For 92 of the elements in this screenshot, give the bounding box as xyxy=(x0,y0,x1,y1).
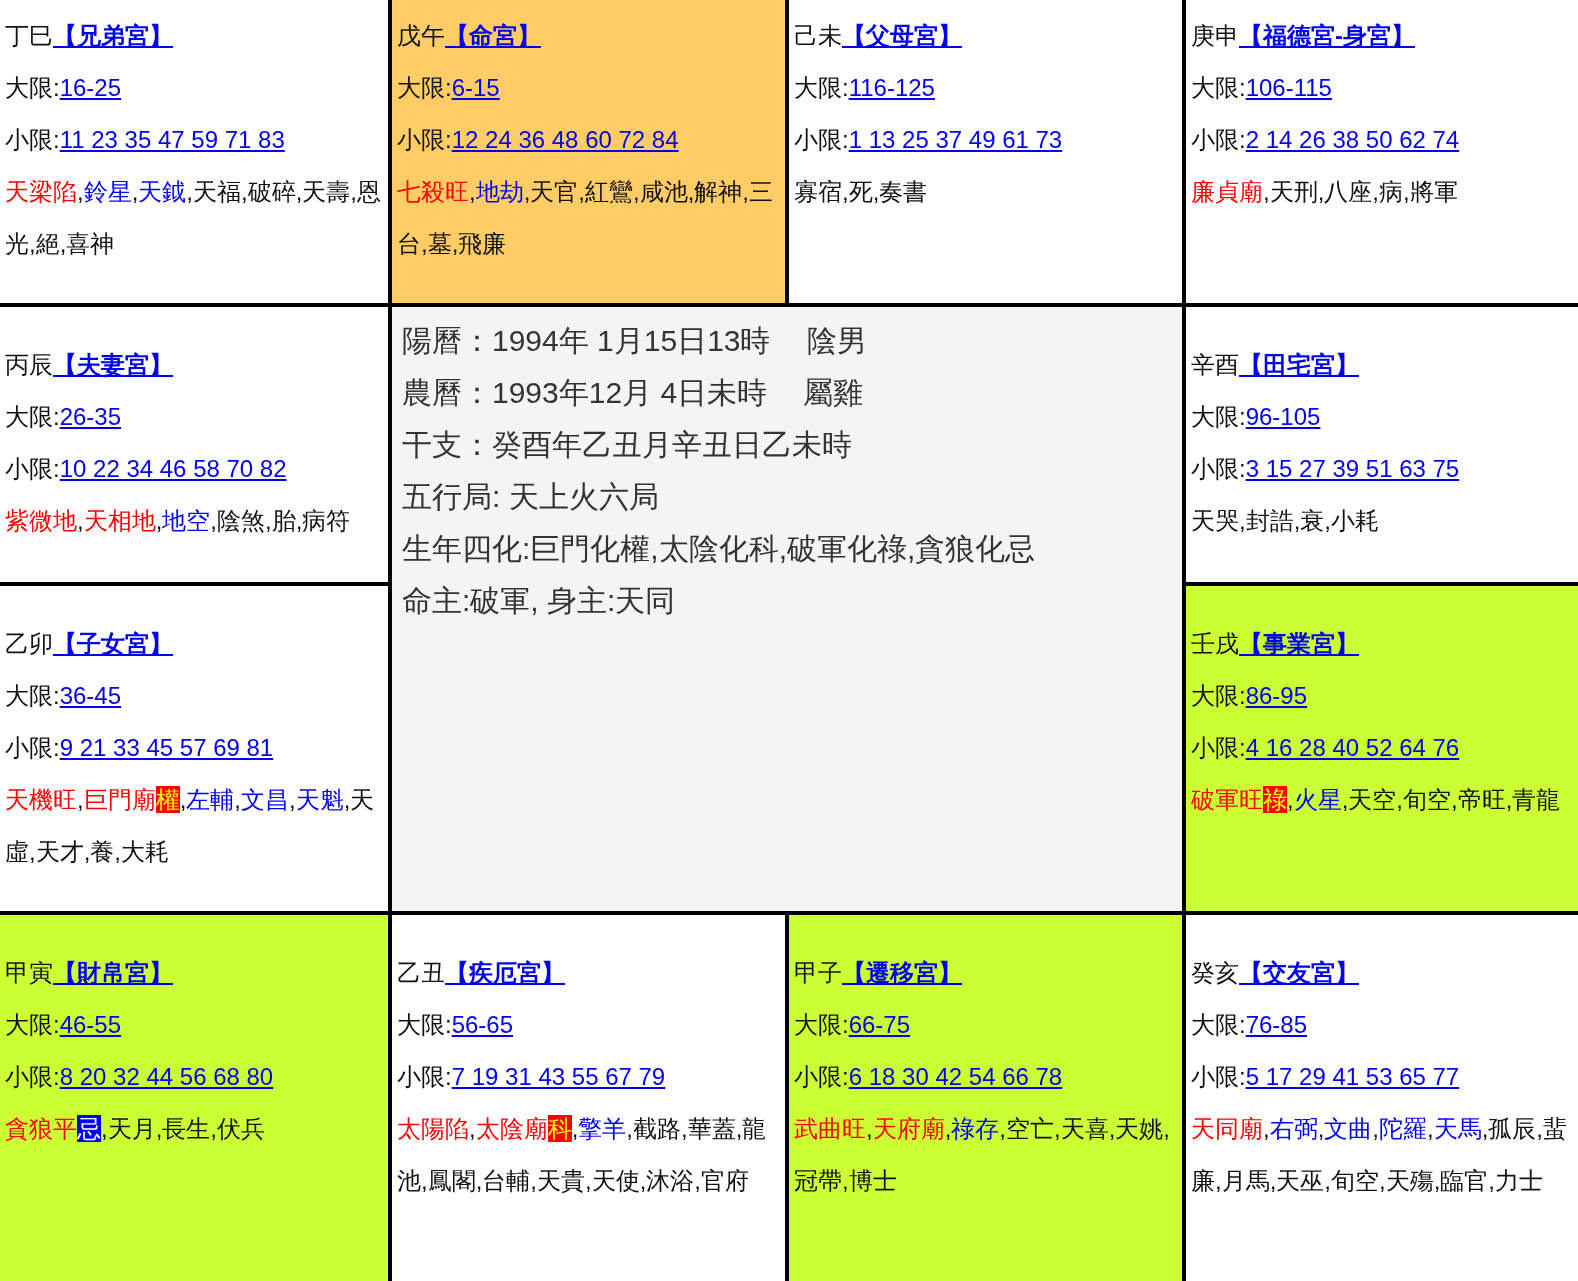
range-link[interactable]: 26-35 xyxy=(59,403,122,430)
limit-label: 小限: xyxy=(5,455,60,482)
limit-label: 小限: xyxy=(397,1063,452,1090)
limit-label: 大限: xyxy=(794,74,849,101)
palace-link[interactable]: 【子女宮】 xyxy=(53,630,173,657)
palace-link[interactable]: 【遷移宮】 xyxy=(842,959,962,986)
palace-link[interactable]: 【田宅宮】 xyxy=(1239,351,1359,378)
range-link[interactable]: 36-45 xyxy=(59,682,122,709)
limit-label: 小限: xyxy=(1191,734,1246,761)
stem-label: 戊午 xyxy=(397,22,445,49)
star-list: 七殺旺,地劫,天官,紅鸞,咸池,解神,三台,墓,飛廉 xyxy=(397,166,781,270)
info-text: 農曆：1993年12月 4日未時 xyxy=(402,376,768,409)
palace-link[interactable]: 【夫妻宮】 xyxy=(53,351,173,378)
limit-label: 大限: xyxy=(5,74,60,101)
limit-label: 小限: xyxy=(1191,455,1246,482)
star-list: 天同廟,右弼,文曲,陀羅,天馬,孤辰,蜚廉,月馬,天巫,旬空,天殤,臨官,力士 xyxy=(1191,1103,1574,1207)
palace-link[interactable]: 【疾厄宮】 xyxy=(445,959,565,986)
star-list: 天機旺,巨門廟權,左輔,文昌,天魁,天虛,天才,養,大耗 xyxy=(5,774,384,878)
limit-label: 大限: xyxy=(1191,403,1246,430)
age-link[interactable]: 9 21 33 45 57 69 81 xyxy=(59,734,274,761)
info-text: 生年四化:巨門化權,太陰化科,破軍化祿,貪狼化忌 xyxy=(402,532,1036,565)
range-link[interactable]: 96-105 xyxy=(1245,403,1321,430)
limit-label: 大限: xyxy=(397,74,452,101)
palace-link[interactable]: 【父母宮】 xyxy=(842,22,962,49)
info-text: 陰男 xyxy=(806,324,867,357)
star-list: 天哭,封誥,衰,小耗 xyxy=(1191,495,1574,547)
star-list: 紫微地,天相地,地空,陰煞,胎,病符 xyxy=(5,495,384,547)
age-link[interactable]: 8 20 32 44 56 68 80 xyxy=(59,1063,274,1090)
info-text: 命主:破軍, 身主:天同 xyxy=(402,584,676,617)
age-link[interactable]: 1 13 25 37 49 61 73 xyxy=(848,126,1063,153)
info-text: 五行局: 天上火六局 xyxy=(402,480,659,513)
range-link[interactable]: 116-125 xyxy=(848,74,935,101)
limit-label: 小限: xyxy=(794,1063,849,1090)
stem-label: 甲子 xyxy=(794,959,842,986)
palace-link[interactable]: 【事業宮】 xyxy=(1239,630,1359,657)
palace-link[interactable]: 【兄弟宮】 xyxy=(53,22,173,49)
limit-label: 大限: xyxy=(397,1011,452,1038)
range-link[interactable]: 56-65 xyxy=(451,1011,514,1038)
limit-label: 小限: xyxy=(5,1063,60,1090)
age-link[interactable]: 12 24 36 48 60 72 84 xyxy=(451,126,679,153)
limit-label: 大限: xyxy=(1191,74,1246,101)
range-link[interactable]: 86-95 xyxy=(1245,682,1308,709)
age-link[interactable]: 11 23 35 47 59 71 83 xyxy=(59,126,285,153)
info-text: 陽曆：1994年 1月15日13時 xyxy=(402,324,771,357)
age-link[interactable]: 6 18 30 42 54 66 78 xyxy=(848,1063,1063,1090)
limit-label: 小限: xyxy=(794,126,849,153)
palace-link[interactable]: 【命宮】 xyxy=(445,22,541,49)
limit-label: 小限: xyxy=(397,126,452,153)
limit-label: 小限: xyxy=(1191,1063,1246,1090)
age-link[interactable]: 5 17 29 41 53 65 77 xyxy=(1245,1063,1460,1090)
range-link[interactable]: 6-15 xyxy=(451,74,500,101)
stem-label: 丁巳 xyxy=(5,22,53,49)
star-list: 貪狼平忌,天月,長生,伏兵 xyxy=(5,1103,384,1155)
range-link[interactable]: 66-75 xyxy=(848,1011,911,1038)
stem-label: 辛酉 xyxy=(1191,351,1239,378)
limit-label: 大限: xyxy=(5,403,60,430)
range-link[interactable]: 46-55 xyxy=(59,1011,122,1038)
range-link[interactable]: 16-25 xyxy=(59,74,122,101)
stem-label: 己未 xyxy=(794,22,842,49)
star-list: 太陽陷,太陰廟科,擎羊,截路,華蓋,龍池,鳳閣,台輔,天貴,天使,沐浴,官府 xyxy=(397,1103,781,1207)
limit-label: 小限: xyxy=(5,126,60,153)
star-list: 天梁陷,鈴星,天鉞,天福,破碎,天壽,恩光,絕,喜神 xyxy=(5,166,384,270)
stem-label: 庚申 xyxy=(1191,22,1239,49)
limit-label: 小限: xyxy=(5,734,60,761)
stem-label: 乙丑 xyxy=(397,959,445,986)
stem-label: 壬戌 xyxy=(1191,630,1239,657)
age-link[interactable]: 7 19 31 43 55 67 79 xyxy=(451,1063,666,1090)
palace-link[interactable]: 【交友宮】 xyxy=(1239,959,1359,986)
stem-label: 甲寅 xyxy=(5,959,53,986)
range-link[interactable]: 106-115 xyxy=(1245,74,1332,101)
info-text: 干支：癸酉年乙丑月辛丑日乙未時 xyxy=(402,428,852,461)
stem-label: 癸亥 xyxy=(1191,959,1239,986)
palace-link[interactable]: 【財帛宮】 xyxy=(53,959,173,986)
info-text: 屬雞 xyxy=(803,376,864,409)
age-link[interactable]: 4 16 28 40 52 64 76 xyxy=(1245,734,1460,761)
stem-label: 丙辰 xyxy=(5,351,53,378)
limit-label: 大限: xyxy=(5,682,60,709)
limit-label: 大限: xyxy=(1191,682,1246,709)
limit-label: 大限: xyxy=(1191,1011,1246,1038)
star-list: 武曲旺,天府廟,祿存,空亡,天喜,天姚, 冠帶,博士 xyxy=(794,1103,1178,1207)
star-list: 破軍旺祿,火星,天空,旬空,帝旺,青龍 xyxy=(1191,774,1574,826)
age-link[interactable]: 10 22 34 46 58 70 82 xyxy=(59,455,287,482)
age-link[interactable]: 2 14 26 38 50 62 74 xyxy=(1245,126,1460,153)
limit-label: 大限: xyxy=(794,1011,849,1038)
star-list: 廉貞廟,天刑,八座,病,將軍 xyxy=(1191,166,1574,218)
limit-label: 小限: xyxy=(1191,126,1246,153)
range-link[interactable]: 76-85 xyxy=(1245,1011,1308,1038)
stem-label: 乙卯 xyxy=(5,630,53,657)
palace-link[interactable]: 【福德宮-身宮】 xyxy=(1239,22,1415,49)
age-link[interactable]: 3 15 27 39 51 63 75 xyxy=(1245,455,1460,482)
star-list: 寡宿,死,奏書 xyxy=(794,166,1178,218)
limit-label: 大限: xyxy=(5,1011,60,1038)
